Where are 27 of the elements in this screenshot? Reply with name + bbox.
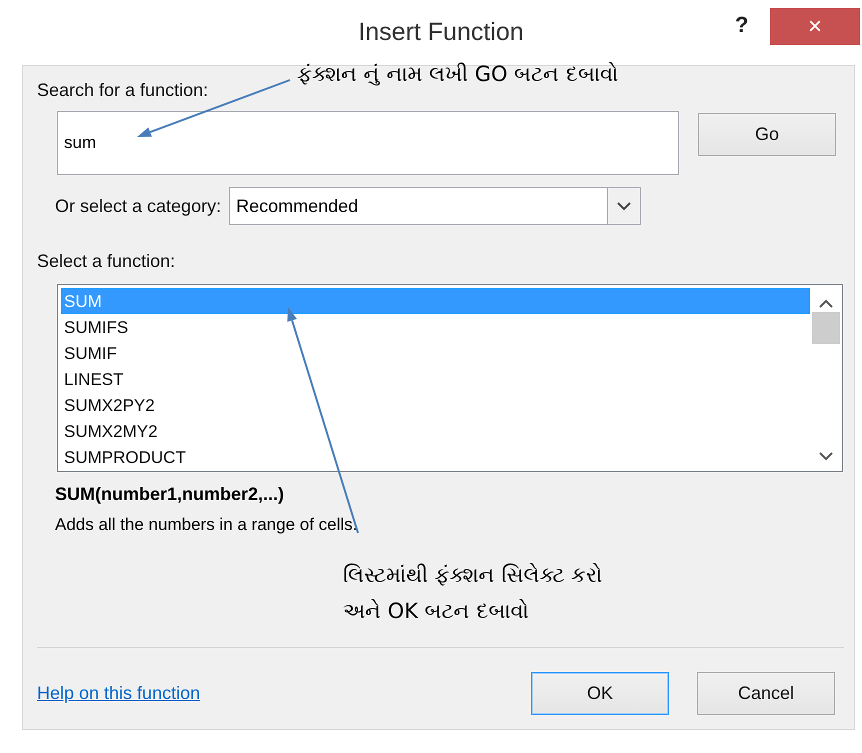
function-signature: SUM(number1,number2,...) (55, 484, 286, 505)
annotation-text: ફંક્શન નું નામ લખી GO બટન દબાવો (297, 62, 618, 86)
function-item[interactable]: SUMIF (61, 340, 810, 366)
function-item[interactable]: LINEST (61, 366, 810, 392)
window-title: Insert Function (358, 18, 524, 47)
annotation-text: અને OK બટન દબાવો (343, 599, 530, 623)
go-button[interactable]: Go (698, 113, 836, 156)
function-item[interactable]: SUMPRODUCT (61, 444, 810, 470)
category-dropdown[interactable]: Recommended (229, 187, 642, 225)
function-description: Adds all the numbers in a range of cells. (55, 515, 358, 535)
category-label: Or select a category: (55, 196, 222, 216)
function-item[interactable]: SUMX2PY2 (61, 392, 810, 418)
help-button[interactable]: ? (735, 12, 748, 38)
cancel-button[interactable]: Cancel (697, 672, 835, 715)
search-label: Search for a function: (37, 80, 208, 101)
scroll-up-icon[interactable] (819, 299, 833, 308)
function-item[interactable]: SUMIFS (61, 314, 810, 340)
help-link[interactable]: Help on this function (37, 683, 200, 704)
function-list-label: Select a function: (37, 251, 176, 272)
scroll-down-icon[interactable] (819, 452, 833, 461)
annotation-text: લિસ્ટમાંથી ફંક્શન સિલેક્ટ કરો (343, 563, 602, 587)
ok-button[interactable]: OK (531, 672, 669, 715)
scrollbar-thumb[interactable] (812, 312, 840, 344)
search-field[interactable]: sum (57, 111, 679, 175)
close-button[interactable]: × (770, 8, 860, 45)
function-item[interactable]: SUMX2MY2 (61, 418, 810, 444)
chevron-down-icon (617, 202, 632, 210)
